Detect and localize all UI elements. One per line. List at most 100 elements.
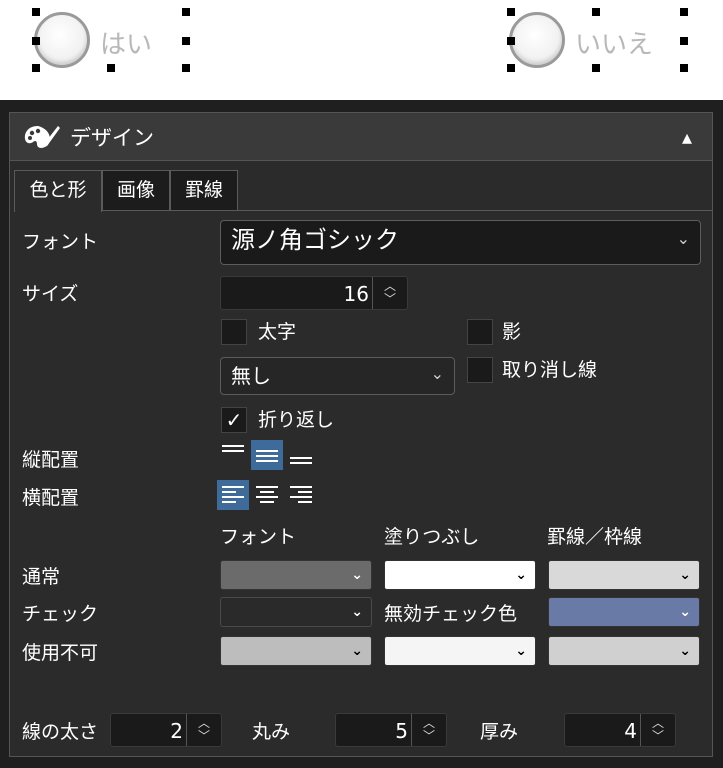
disabled-font-color[interactable]: ⌄ <box>220 636 372 666</box>
stepper-buttons[interactable]: ︿ ﹀ <box>640 714 675 746</box>
color-header-fill: 塗りつぶし <box>384 526 480 548</box>
chevron-down-icon: ⌄ <box>351 567 363 583</box>
strikethrough-label: 取り消し線 <box>502 359 598 381</box>
chevron-up-icon[interactable]: ︿ <box>641 714 675 730</box>
size-value: 16 <box>343 282 369 306</box>
checkmark-icon: ✓ <box>225 408 243 432</box>
roundness-label: 丸み <box>252 721 291 743</box>
underline-select-value: 無し <box>231 364 271 388</box>
chevron-down-icon[interactable]: ﹀ <box>641 730 675 746</box>
roundness-value: 5 <box>395 719 408 743</box>
radio-yes-circle[interactable] <box>34 12 90 68</box>
selection-handle[interactable] <box>182 8 190 16</box>
font-select[interactable]: 源ノ角ゴシック ⌄ <box>220 220 701 265</box>
wrap-label: 折り返し <box>258 409 335 431</box>
chevron-up-icon[interactable]: ︿ <box>412 714 446 730</box>
color-header-font: フォント <box>220 526 297 548</box>
selection-handle[interactable] <box>182 37 190 45</box>
disabled-fill-color[interactable]: ⌄ <box>384 636 536 666</box>
font-label: フォント <box>22 231 99 253</box>
shadow-label: 影 <box>502 321 522 343</box>
tab-color-shape[interactable]: 色と形 <box>14 170 102 212</box>
selection-handle[interactable] <box>32 37 40 45</box>
row-check-label: チェック <box>22 603 99 625</box>
tab-border[interactable]: 罫線 <box>170 170 238 210</box>
valign-top-button[interactable] <box>217 438 249 468</box>
disabled-border-color[interactable]: ⌄ <box>548 636 700 666</box>
thickness-stepper[interactable]: 4 ︿ ﹀ <box>564 713 676 747</box>
line-width-label: 線の太さ <box>22 721 99 743</box>
strikethrough-checkbox[interactable] <box>467 357 493 383</box>
halign-label: 横配置 <box>22 487 80 509</box>
wrap-checkbox[interactable]: ✓ <box>221 407 247 433</box>
chevron-down-icon[interactable]: ﹀ <box>187 730 221 746</box>
normal-fill-color[interactable]: ⌄ <box>384 560 536 590</box>
size-label: サイズ <box>22 283 79 305</box>
chevron-down-icon[interactable]: ﹀ <box>373 293 407 309</box>
collapse-icon[interactable]: ▴ <box>682 124 692 150</box>
chevron-down-icon[interactable]: ﹀ <box>412 730 446 746</box>
check-border-color[interactable]: ⌄ <box>548 597 700 627</box>
font-select-value: 源ノ角ゴシック <box>231 226 399 254</box>
align-right-icon <box>290 486 312 503</box>
chevron-down-icon: ⌄ <box>679 643 691 659</box>
selection-handle[interactable] <box>507 64 515 72</box>
chevron-down-icon: ⌄ <box>351 604 363 620</box>
row-normal-label: 通常 <box>22 566 61 588</box>
valign-middle-button[interactable] <box>251 440 283 470</box>
stepper-buttons[interactable]: ︿ ﹀ <box>411 714 446 746</box>
align-bottom-icon <box>290 457 312 464</box>
stepper-buttons[interactable]: ︿ ﹀ <box>372 277 407 309</box>
radio-yes[interactable]: はい <box>30 8 190 72</box>
disabled-check-color-label: 無効チェック色 <box>384 603 518 625</box>
underline-select[interactable]: 無し ⌄ <box>220 357 455 395</box>
radio-no-circle[interactable] <box>509 12 565 68</box>
selection-handle[interactable] <box>107 64 115 72</box>
stepper-buttons[interactable]: ︿ ﹀ <box>186 714 221 746</box>
normal-border-color[interactable]: ⌄ <box>548 560 700 590</box>
selection-handle[interactable] <box>507 8 515 16</box>
halign-left-button[interactable] <box>217 480 249 510</box>
palette-icon <box>22 122 62 152</box>
row-disabled-label: 使用不可 <box>22 642 99 664</box>
selection-handle[interactable] <box>680 37 688 45</box>
halign-right-button[interactable] <box>285 480 317 510</box>
tab-image[interactable]: 画像 <box>102 170 170 210</box>
bold-checkbox[interactable] <box>221 319 247 345</box>
align-left-icon <box>222 486 244 503</box>
chevron-down-icon: ⌄ <box>430 364 444 383</box>
chevron-down-icon: ⌄ <box>515 643 527 659</box>
radio-no-label: いいえ <box>575 30 654 60</box>
roundness-stepper[interactable]: 5 ︿ ﹀ <box>335 713 447 747</box>
thickness-value: 4 <box>624 719 637 743</box>
chevron-down-icon: ⌄ <box>351 643 363 659</box>
selection-handle[interactable] <box>680 8 688 16</box>
check-font-color[interactable]: ⌄ <box>220 597 372 627</box>
shadow-checkbox[interactable] <box>467 319 493 345</box>
selection-handle[interactable] <box>592 64 600 72</box>
selection-handle[interactable] <box>680 64 688 72</box>
align-middle-icon <box>256 450 278 462</box>
bold-label: 太字 <box>258 321 297 343</box>
radio-yes-label: はい <box>100 30 153 60</box>
tab-divider <box>102 210 712 211</box>
chevron-down-icon: ⌄ <box>676 229 690 248</box>
selection-handle[interactable] <box>592 8 600 16</box>
halign-center-button[interactable] <box>251 480 283 510</box>
valign-bottom-button[interactable] <box>285 440 317 470</box>
valign-label: 縦配置 <box>22 449 80 471</box>
align-top-icon <box>222 445 244 452</box>
radio-no[interactable]: いいえ <box>505 8 690 72</box>
selection-handle[interactable] <box>32 64 40 72</box>
selection-handle[interactable] <box>32 8 40 16</box>
chevron-down-icon: ⌄ <box>679 604 691 620</box>
size-stepper[interactable]: 16 ︿ ﹀ <box>220 276 408 310</box>
normal-font-color[interactable]: ⌄ <box>220 560 372 590</box>
color-header-border: 罫線／枠線 <box>547 526 643 548</box>
selection-handle[interactable] <box>507 37 515 45</box>
chevron-up-icon[interactable]: ︿ <box>187 714 221 730</box>
selection-handle[interactable] <box>182 64 190 72</box>
line-width-stepper[interactable]: 2 ︿ ﹀ <box>110 713 222 747</box>
chevron-up-icon[interactable]: ︿ <box>373 277 407 293</box>
panel-title: デザイン <box>70 126 154 150</box>
